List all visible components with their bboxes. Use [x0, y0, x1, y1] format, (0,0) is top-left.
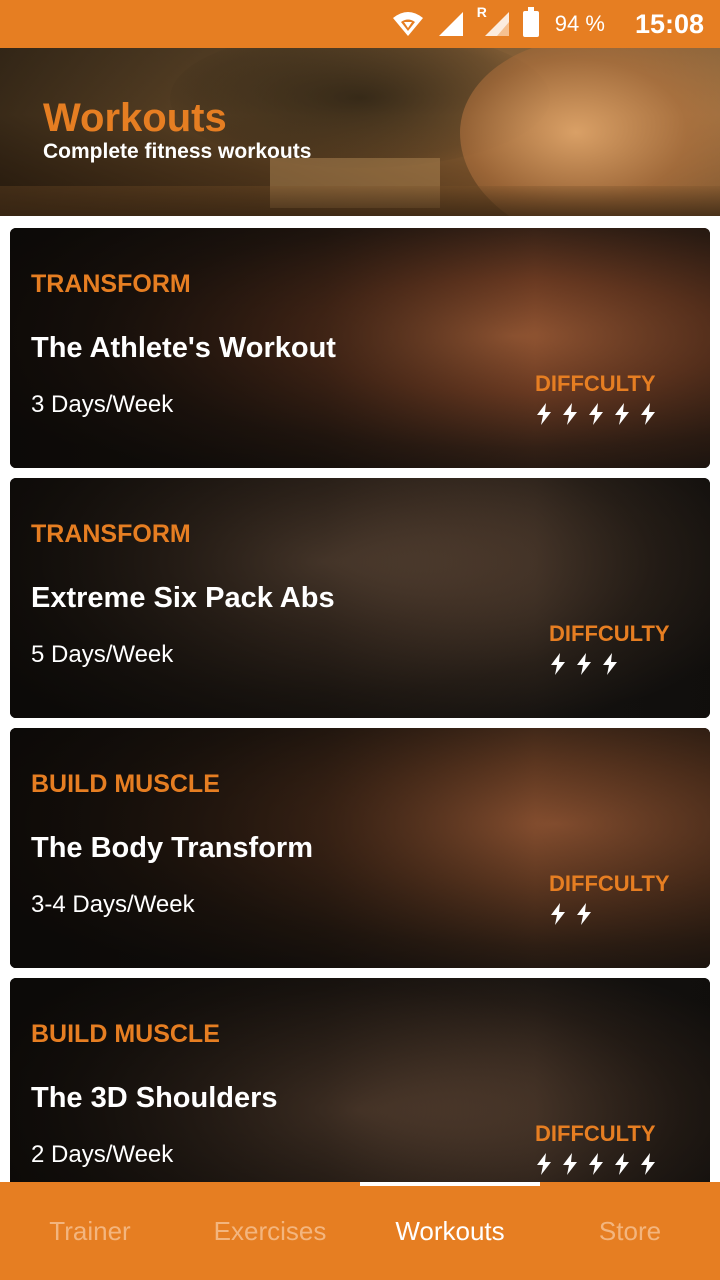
difficulty-rating — [534, 1152, 658, 1176]
lightning-bolt-icon — [641, 403, 655, 425]
status-bar: R 94 % 15:08 — [0, 0, 720, 48]
workout-category: BUILD MUSCLE — [31, 770, 220, 798]
workout-title: Extreme Six Pack Abs — [31, 582, 335, 614]
lightning-bolt-icon — [577, 903, 591, 925]
tab-workouts[interactable]: Workouts — [360, 1182, 540, 1280]
difficulty-rating — [548, 902, 594, 926]
workout-schedule: 2 Days/Week — [31, 1141, 174, 1168]
wifi-icon — [392, 12, 423, 36]
tab-trainer[interactable]: Trainer — [0, 1182, 180, 1280]
page-subtitle: Complete fitness workouts — [43, 140, 312, 163]
workout-card[interactable]: TRANSFORM Extreme Six Pack Abs 5 Days/We… — [10, 478, 710, 718]
banner-image-ground — [0, 186, 720, 216]
workout-list[interactable]: TRANSFORM The Athlete's Workout 3 Days/W… — [0, 216, 720, 1182]
workout-schedule: 3 Days/Week — [31, 391, 174, 418]
workout-category: TRANSFORM — [31, 520, 191, 548]
lightning-bolt-icon — [537, 1153, 551, 1175]
lightning-bolt-icon — [589, 1153, 603, 1175]
roaming-signal: R — [477, 4, 511, 38]
workout-schedule: 5 Days/Week — [31, 641, 174, 668]
header-banner: Workouts Complete fitness workouts — [0, 48, 720, 216]
battery-percentage: 94 % — [554, 11, 605, 36]
difficulty-rating — [548, 652, 620, 676]
tab-exercises[interactable]: Exercises — [180, 1182, 360, 1280]
clock: 15:08 — [634, 8, 704, 39]
battery-icon — [522, 7, 539, 37]
cell-signal-icon — [484, 12, 509, 36]
workout-category: BUILD MUSCLE — [31, 1020, 220, 1048]
workout-title: The Athlete's Workout — [31, 332, 336, 364]
lightning-bolt-icon — [589, 403, 603, 425]
lightning-bolt-icon — [603, 653, 617, 675]
status-icons: R 94 % 15:08 — [391, 4, 704, 40]
difficulty-rating — [534, 402, 658, 426]
workout-card[interactable]: TRANSFORM The Athlete's Workout 3 Days/W… — [10, 228, 710, 468]
difficulty-label: DIFFCULTY — [535, 1121, 656, 1146]
lightning-bolt-icon — [615, 1153, 629, 1175]
lightning-bolt-icon — [577, 653, 591, 675]
workout-schedule: 3-4 Days/Week — [31, 891, 195, 918]
workout-card[interactable]: BUILD MUSCLE The 3D Shoulders 2 Days/Wee… — [10, 978, 710, 1182]
lightning-bolt-icon — [537, 403, 551, 425]
workout-category: TRANSFORM — [31, 270, 191, 298]
lightning-bolt-icon — [551, 903, 565, 925]
page-title: Workouts — [43, 96, 227, 140]
lightning-bolt-icon — [641, 1153, 655, 1175]
lightning-bolt-icon — [551, 653, 565, 675]
lightning-bolt-icon — [563, 1153, 577, 1175]
lightning-bolt-icon — [615, 403, 629, 425]
workout-title: The Body Transform — [31, 832, 313, 864]
difficulty-label: DIFFCULTY — [535, 371, 656, 396]
difficulty-label: DIFFCULTY — [549, 621, 670, 646]
difficulty-label: DIFFCULTY — [549, 871, 670, 896]
lightning-bolt-icon — [563, 403, 577, 425]
bottom-navigation: Trainer Exercises Workouts Store — [0, 1182, 720, 1280]
workout-card[interactable]: BUILD MUSCLE The Body Transform 3-4 Days… — [10, 728, 710, 968]
workout-title: The 3D Shoulders — [31, 1082, 278, 1114]
cell-signal-icon — [438, 12, 463, 36]
tab-store[interactable]: Store — [540, 1182, 720, 1280]
